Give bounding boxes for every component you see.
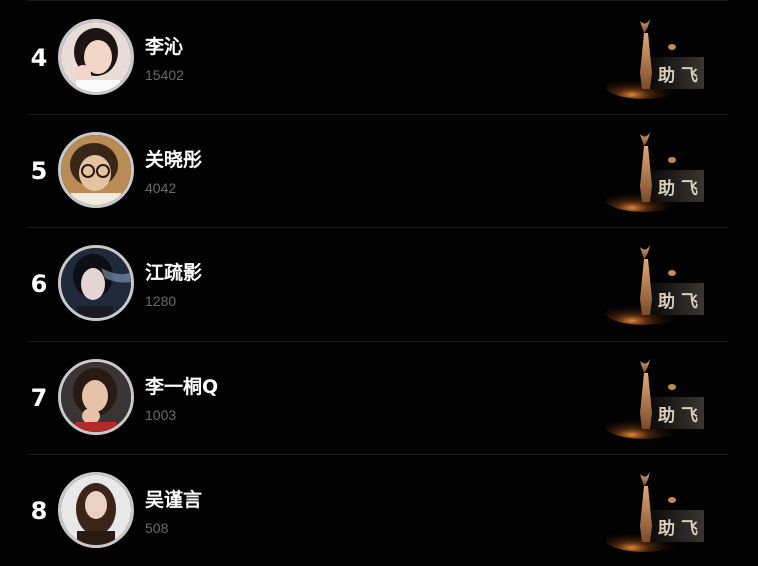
support-button[interactable]: 助飞: [606, 466, 706, 552]
trophy-icon: [606, 132, 704, 212]
avatar[interactable]: [58, 245, 134, 321]
trophy-icon: [606, 245, 704, 325]
support-label: 助飞: [658, 179, 704, 199]
avatar[interactable]: [58, 472, 134, 548]
support-button[interactable]: 助飞: [606, 239, 706, 325]
avatar-image: [61, 475, 131, 545]
trophy-icon: [606, 19, 704, 99]
vote-count: 1003: [145, 407, 177, 423]
rank-number: 4: [30, 44, 48, 72]
ranking-row[interactable]: 8 吴谨言 508 助飞: [0, 453, 758, 566]
ranking-row[interactable]: 4 李沁 15402 助飞: [0, 0, 758, 113]
celebrity-name: 关晓彤: [145, 149, 203, 171]
vote-count: 15402: [145, 67, 184, 83]
avatar-image: [61, 362, 131, 432]
support-label: 助飞: [658, 519, 704, 539]
support-label: 助飞: [658, 292, 704, 312]
rank-number: 8: [30, 497, 48, 525]
trophy-icon: [606, 359, 704, 439]
ranking-row[interactable]: 5 关晓彤 4042 助飞: [0, 113, 758, 226]
vote-count: 4042: [145, 180, 177, 196]
celebrity-name: 吴谨言: [145, 489, 203, 511]
vote-count: 1280: [145, 293, 177, 309]
avatar[interactable]: [58, 359, 134, 435]
celebrity-name: 李一桐Q: [145, 376, 219, 398]
support-label: 助飞: [658, 66, 704, 86]
celebrity-name: 江疏影: [145, 262, 203, 284]
support-label: 助飞: [658, 406, 704, 426]
avatar-image: [61, 135, 131, 205]
ranking-row[interactable]: 7 李一桐Q 1003 助飞: [0, 340, 758, 453]
support-button[interactable]: 助飞: [606, 126, 706, 212]
vote-count: 508: [145, 520, 169, 536]
celebrity-name: 李沁: [145, 36, 184, 58]
support-button[interactable]: 助飞: [606, 353, 706, 439]
avatar-image: [61, 248, 131, 318]
trophy-icon: [606, 472, 704, 552]
avatar-image: [61, 22, 131, 92]
avatar[interactable]: [58, 132, 134, 208]
rank-number: 6: [30, 270, 48, 298]
support-button[interactable]: 助飞: [606, 13, 706, 99]
ranking-row[interactable]: 6 江疏影 1280 助飞: [0, 226, 758, 339]
rank-number: 7: [30, 384, 48, 412]
rank-number: 5: [30, 157, 48, 185]
avatar[interactable]: [58, 19, 134, 95]
ranking-list: 4 李沁 15402 助飞 5 关晓彤 4042 助飞 6 江疏影 1280 助…: [0, 0, 758, 566]
